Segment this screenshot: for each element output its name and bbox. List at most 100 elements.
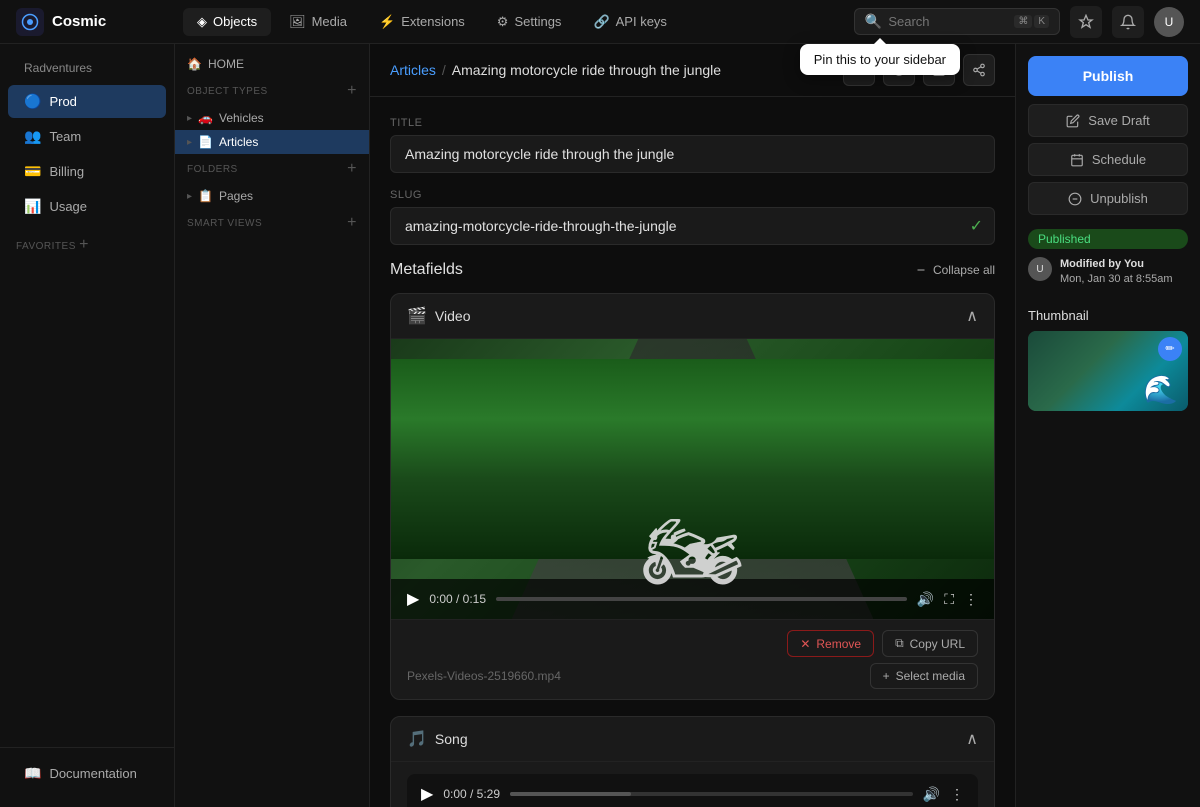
video-time-display: 0:00 / 0:15 <box>429 592 486 606</box>
share-button[interactable] <box>963 54 995 86</box>
sidebar-item-documentation[interactable]: 📖 Documentation <box>8 757 166 790</box>
docs-icon: 📖 <box>24 765 41 782</box>
pin-tooltip: Pin this to your sidebar <box>800 44 960 75</box>
slug-field-group: SLUG ✓ <box>390 189 995 245</box>
nav-tab-extensions[interactable]: ⚡ Extensions <box>365 8 479 36</box>
song-card-toggle[interactable]: ∧ <box>966 729 978 749</box>
video-card-icon: 🎬 <box>407 306 427 326</box>
breadcrumb-parent[interactable]: Articles <box>390 62 436 78</box>
title-label: TITLE <box>390 117 995 129</box>
copy-icon: ⧉ <box>895 636 904 651</box>
panel-item-vehicles[interactable]: ▸ 🚗 Vehicles <box>175 106 369 130</box>
slug-input[interactable] <box>390 207 995 245</box>
media-icon: 🖼 <box>289 14 306 30</box>
nav-tab-media[interactable]: 🖼 Media <box>275 8 361 36</box>
publish-button[interactable]: Publish <box>1028 56 1188 96</box>
search-box[interactable]: 🔍 ⌘ K <box>854 8 1060 35</box>
notifications-button[interactable] <box>1112 6 1144 38</box>
search-shortcut: ⌘ K <box>1014 15 1049 28</box>
chevron-right-icon: ▸ <box>187 113 192 124</box>
usage-icon: 📊 <box>24 198 41 215</box>
add-favorite-button[interactable]: + <box>79 236 89 253</box>
user-avatar[interactable]: U <box>1154 7 1184 37</box>
panel-item-pages[interactable]: ▸ 📋 Pages <box>175 184 369 208</box>
top-navigation: Cosmic ◈ Objects 🖼 Media ⚡ Extensions ⚙ … <box>0 0 1200 44</box>
search-input[interactable] <box>888 14 1008 29</box>
api-keys-icon: 🔗 <box>593 14 609 30</box>
add-folder-button[interactable]: + <box>347 160 357 178</box>
breadcrumb-separator: / <box>442 62 446 78</box>
thumbnail-section: Thumbnail 🌊 ✏ <box>1028 308 1188 411</box>
nav-tab-objects[interactable]: ◈ Objects <box>183 8 271 36</box>
nav-tab-settings[interactable]: ⚙ Settings <box>483 8 576 36</box>
left-panel: 🏠 HOME OBJECT TYPES + ▸ 🚗 Vehicles ▸ 📄 A… <box>175 44 370 807</box>
video-remove-button[interactable]: ✕ Remove <box>787 630 874 657</box>
song-card-title: 🎵 Song <box>407 729 468 749</box>
collapse-all-button[interactable]: Collapse all <box>915 263 995 277</box>
nav-tabs: ◈ Objects 🖼 Media ⚡ Extensions ⚙ Setting… <box>175 8 838 36</box>
audio-player: ▶ 0:00 / 5:29 🔊 ⋮ <box>407 774 978 807</box>
content-area: 🏠 HOME OBJECT TYPES + ▸ 🚗 Vehicles ▸ 📄 A… <box>175 44 1200 807</box>
pages-emoji-icon: 📋 <box>198 189 213 203</box>
video-play-button[interactable]: ▶ <box>407 589 419 609</box>
title-input[interactable] <box>390 135 995 173</box>
thumbnail-edit-button[interactable]: ✏ <box>1158 337 1182 361</box>
video-card-header: 🎬 Video ∧ <box>391 294 994 339</box>
unpublish-button[interactable]: Unpublish <box>1028 182 1188 215</box>
folders-section: FOLDERS + <box>175 154 369 184</box>
editor-body: TITLE SLUG ✓ Metafields <box>370 97 1015 807</box>
sidebar-bottom: 📖 Documentation <box>0 747 174 799</box>
video-area: 🏍 ▶ 0:00 / 0:15 🔊 ⛶ ⋮ <box>391 339 994 619</box>
sidebar-item-prod[interactable]: 🔵 Prod <box>8 85 166 118</box>
sidebar-item-billing[interactable]: 💳 Billing <box>8 155 166 188</box>
articles-emoji-icon: 📄 <box>198 135 213 149</box>
main-layout: Radventures 🔵 Prod 👥 Team 💳 Billing 📊 Us… <box>0 44 1200 807</box>
nav-tab-api-keys[interactable]: 🔗 API keys <box>579 8 680 36</box>
team-icon: 👥 <box>24 128 41 145</box>
chevron-right-icon: ▸ <box>187 137 192 148</box>
audio-progress-fill <box>510 792 631 796</box>
logo-area: Cosmic <box>0 8 175 36</box>
sidebar: Radventures 🔵 Prod 👥 Team 💳 Billing 📊 Us… <box>0 44 175 807</box>
video-more-button[interactable]: ⋮ <box>964 591 978 608</box>
video-volume-button[interactable]: 🔊 <box>917 591 934 608</box>
sidebar-item-usage[interactable]: 📊 Usage <box>8 190 166 223</box>
video-select-media-button[interactable]: + Select media <box>870 663 978 689</box>
video-copy-url-button[interactable]: ⧉ Copy URL <box>882 630 978 657</box>
audio-more-button[interactable]: ⋮ <box>950 786 964 803</box>
slug-row: ✓ <box>390 207 995 245</box>
favorites-section: FAVORITES + <box>0 224 174 258</box>
audio-time-display: 0:00 / 5:29 <box>443 787 500 801</box>
song-media-card: 🎵 Song ∧ ▶ 0:00 / 5:29 🔊 <box>390 716 995 807</box>
panel-item-articles[interactable]: ▸ 📄 Articles <box>175 130 369 154</box>
sidebar-item-team[interactable]: 👥 Team <box>8 120 166 153</box>
plus-icon: + <box>883 669 890 683</box>
title-field-group: TITLE <box>390 117 995 173</box>
home-link[interactable]: 🏠 HOME <box>175 52 369 76</box>
video-card-title: 🎬 Video <box>407 306 470 326</box>
breadcrumb: Articles / Amazing motorcycle ride throu… <box>390 62 721 78</box>
audio-area: ▶ 0:00 / 5:29 🔊 ⋮ <box>391 762 994 807</box>
chevron-right-icon: ▸ <box>187 191 192 202</box>
audio-progress-bar[interactable] <box>510 792 913 796</box>
modifier-avatar: U <box>1028 257 1052 281</box>
smart-views-section: SMART VIEWS + <box>175 208 369 238</box>
logo-icon <box>16 8 44 36</box>
video-fullscreen-button[interactable]: ⛶ <box>944 591 954 608</box>
waterfall-icon: 🌊 <box>1143 373 1178 406</box>
metafields-header: Metafields Collapse all <box>390 261 995 279</box>
add-smart-view-button[interactable]: + <box>347 214 357 232</box>
add-object-type-button[interactable]: + <box>347 82 357 100</box>
thumbnail-label: Thumbnail <box>1028 308 1188 323</box>
thumbnail-image: 🌊 ✏ <box>1028 331 1188 411</box>
video-card-toggle[interactable]: ∧ <box>966 306 978 326</box>
save-draft-button[interactable]: Save Draft <box>1028 104 1188 137</box>
schedule-button[interactable]: Schedule <box>1028 143 1188 176</box>
video-footer: ✕ Remove ⧉ Copy URL Pexels-Videos-251966… <box>391 619 994 699</box>
audio-play-button[interactable]: ▶ <box>421 784 433 804</box>
pin-sidebar-button[interactable] <box>1070 6 1102 38</box>
audio-volume-button[interactable]: 🔊 <box>923 786 940 803</box>
video-placeholder: 🏍 ▶ 0:00 / 0:15 🔊 ⛶ ⋮ <box>391 339 994 619</box>
vehicles-emoji-icon: 🚗 <box>198 111 213 125</box>
modified-info: U Modified by You Mon, Jan 30 at 8:55am <box>1028 257 1188 288</box>
